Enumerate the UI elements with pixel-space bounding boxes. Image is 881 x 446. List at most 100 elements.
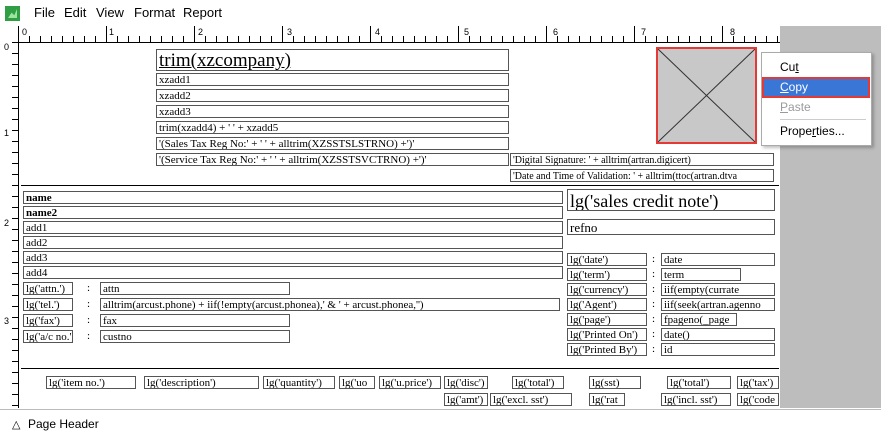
colon: : — [87, 298, 91, 310]
menu-bar: File Edit View Format Report — [0, 0, 881, 26]
page-field[interactable]: fpageno(_page — [661, 313, 737, 326]
col-amt[interactable]: lg('amt') — [444, 393, 488, 406]
tel-label[interactable]: lg('tel.') — [23, 298, 73, 311]
col-tax[interactable]: lg('tax') — [737, 376, 779, 389]
date-label[interactable]: lg('date') — [567, 253, 647, 266]
acno-label[interactable]: lg('a/c no.') — [23, 330, 73, 343]
address3-field[interactable]: xzadd3 — [156, 105, 509, 118]
customer-name-field[interactable]: name — [23, 191, 563, 204]
ruler-num: 6 — [553, 27, 559, 37]
col-sst[interactable]: lg(sst) — [589, 376, 641, 389]
logo-image-placeholder[interactable] — [656, 47, 757, 144]
menu-format[interactable]: Format — [134, 5, 175, 20]
ruler-num: 1 — [109, 27, 115, 37]
address45-field[interactable]: trim(xzadd4) + ' ' + xzadd5 — [156, 121, 509, 134]
horizontal-ruler: 0 1 2 3 4 5 6 7 8 — [18, 26, 780, 43]
col-total[interactable]: lg('total') — [512, 376, 564, 389]
band-separator — [21, 368, 779, 369]
context-menu: Cut Copy Paste Properties... — [761, 52, 872, 146]
address1-field[interactable]: xzadd1 — [156, 73, 509, 86]
menu-file[interactable]: File — [34, 5, 55, 20]
context-menu-cut[interactable]: Cut — [764, 59, 868, 76]
colon: : — [652, 343, 656, 355]
printed-by-label[interactable]: lg('Printed By') — [567, 343, 647, 356]
colon: : — [87, 330, 91, 342]
band-separator — [21, 185, 779, 186]
app-icon — [5, 6, 20, 21]
ruler-num: 8 — [730, 27, 736, 37]
ruler-num: 0 — [4, 42, 10, 52]
refno-field[interactable]: refno — [567, 219, 775, 235]
tel-field[interactable]: alltrim(arcust.phone) + iif(!empty(arcus… — [100, 298, 560, 311]
col-code[interactable]: lg('code — [737, 393, 779, 406]
colon: : — [652, 298, 656, 310]
address2-field[interactable]: xzadd2 — [156, 89, 509, 102]
menu-report[interactable]: Report — [183, 5, 222, 20]
customer-name2-field[interactable]: name2 — [23, 206, 563, 219]
col-rate[interactable]: lg('rat — [589, 393, 625, 406]
printed-on-label[interactable]: lg('Printed On') — [567, 328, 647, 341]
context-menu-paste[interactable]: Paste — [764, 99, 868, 116]
page-label[interactable]: lg('page') — [567, 313, 647, 326]
col-description[interactable]: lg('description') — [144, 376, 259, 389]
date-field[interactable]: date — [661, 253, 775, 266]
band-collapse-icon[interactable]: △ — [12, 418, 20, 431]
ruler-num: 0 — [22, 27, 28, 37]
col-excl-sst[interactable]: lg('excl. sst') — [490, 393, 572, 406]
context-menu-separator — [780, 119, 866, 120]
customer-add2-field[interactable]: add2 — [23, 236, 563, 249]
doc-title-field[interactable]: lg('sales credit note') — [567, 189, 775, 211]
currency-field[interactable]: iif(empty(currate — [661, 283, 775, 296]
agent-field[interactable]: iif(seek(artran.agenno — [661, 298, 775, 311]
customer-add1-field[interactable]: add1 — [23, 221, 563, 234]
col-unit-price[interactable]: lg('u.price') — [379, 376, 441, 389]
col-uom[interactable]: lg('uo — [339, 376, 375, 389]
ruler-num: 3 — [4, 316, 10, 326]
currency-label[interactable]: lg('currency') — [567, 283, 647, 296]
ruler-num: 2 — [4, 218, 10, 228]
ruler-num: 5 — [464, 27, 470, 37]
printed-by-field[interactable]: id — [661, 343, 775, 356]
company-name-field[interactable]: trim(xzcompany) — [156, 49, 509, 71]
report-canvas[interactable]: trim(xzcompany) xzadd1 xzadd2 xzadd3 tri… — [19, 43, 780, 408]
context-menu-copy[interactable]: Copy — [762, 77, 870, 98]
band-label: Page Header — [28, 417, 99, 431]
band-bar: △ Page Header — [0, 409, 881, 446]
menu-view[interactable]: View — [96, 5, 124, 20]
context-menu-properties[interactable]: Properties... — [764, 123, 868, 140]
colon: : — [87, 314, 91, 326]
agent-label[interactable]: lg('Agent') — [567, 298, 647, 311]
colon: : — [652, 253, 656, 265]
attn-label[interactable]: lg('attn.') — [23, 282, 73, 295]
vertical-ruler: 0 1 2 3 — [0, 42, 19, 408]
ruler-num: 7 — [641, 27, 647, 37]
colon: : — [652, 328, 656, 340]
fax-field[interactable]: fax — [100, 314, 290, 327]
ruler-num: 1 — [4, 128, 10, 138]
col-incl-sst[interactable]: lg('incl. sst') — [661, 393, 731, 406]
digital-signature-field[interactable]: 'Digital Signature: ' + alltrim(artran.d… — [510, 153, 774, 166]
customer-add3-field[interactable]: add3 — [23, 251, 563, 264]
colon: : — [652, 268, 656, 280]
term-field[interactable]: term — [661, 268, 741, 281]
col-disc[interactable]: lg('disc') — [444, 376, 488, 389]
col-quantity[interactable]: lg('quantity') — [263, 376, 335, 389]
ruler-num: 3 — [287, 27, 293, 37]
col-item-no[interactable]: lg('item no.') — [46, 376, 136, 389]
colon: : — [87, 282, 91, 294]
colon: : — [652, 313, 656, 325]
customer-add4-field[interactable]: add4 — [23, 266, 563, 279]
col-total-2[interactable]: lg('total') — [667, 376, 731, 389]
colon: : — [652, 283, 656, 295]
ruler-num: 4 — [375, 27, 381, 37]
menu-edit[interactable]: Edit — [64, 5, 86, 20]
service-tax-field[interactable]: '(Service Tax Reg No:' + ' ' + alltrim(X… — [156, 153, 509, 166]
fax-label[interactable]: lg('fax') — [23, 314, 73, 327]
term-label[interactable]: lg('term') — [567, 268, 647, 281]
sales-tax-field[interactable]: '(Sales Tax Reg No:' + ' ' + alltrim(XZS… — [156, 137, 509, 150]
ruler-num: 2 — [198, 27, 204, 37]
validation-time-field[interactable]: 'Date and Time of Validation: ' + alltri… — [510, 169, 774, 182]
acno-field[interactable]: custno — [100, 330, 290, 343]
printed-on-field[interactable]: date() — [661, 328, 775, 341]
attn-field[interactable]: attn — [100, 282, 290, 295]
